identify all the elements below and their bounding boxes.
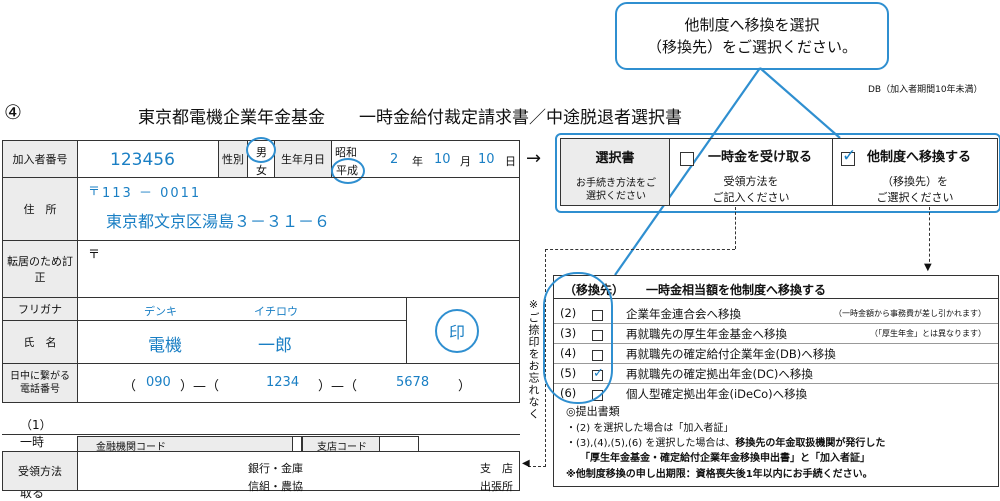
arrow-right: → xyxy=(526,148,542,169)
branch-suffix2: 出張所 xyxy=(480,480,513,493)
receive-method-cell[interactable]: 銀行・金庫 信組・農協 支 店 出張所 xyxy=(77,451,520,493)
seal-cell: 印 xyxy=(406,297,520,364)
transfer-heading: 一時金相当額を他制度へ移換する xyxy=(646,283,827,297)
section1-rule xyxy=(2,434,520,435)
dob-label: 生年月日 xyxy=(274,140,332,178)
vertical-note: ※ご捺印をお忘れなく xyxy=(527,298,540,420)
dashed-line-right xyxy=(929,207,930,267)
page-title: 東京都電機企業年金基金 一時金給付裁定請求書／中途脱退者選択書 xyxy=(138,108,682,128)
dashed-line-left xyxy=(735,207,736,249)
furigana-label: フリガナ xyxy=(2,297,78,321)
transfer-option-row[interactable]: (5)再就職先の確定拠出年金(DC)へ移換 xyxy=(554,364,998,384)
name-cell[interactable]: 電機 一郎 xyxy=(77,320,407,364)
selection-highlight xyxy=(555,133,1000,213)
docs-title: ◎提出書類 xyxy=(566,405,620,418)
doc-line3: 「厚生年金基金・確定給付企業年金移換申出書」と「加入者証」 xyxy=(580,453,870,464)
moved-postal-mark: 〒 xyxy=(88,247,101,261)
month-unit: 月 xyxy=(460,155,471,168)
phone-part2: 1234 xyxy=(266,375,300,390)
doc-line2a: ・(3),(4),(5),(6) を選択した場合は、 xyxy=(566,438,736,449)
dob-day: 10 xyxy=(478,152,495,167)
phone-label: 日中に繋がる電話番号 xyxy=(2,363,78,403)
doc-line2: ・(3),(4),(5),(6) を選択した場合は、移換先の年金取扱機関が発行し… xyxy=(566,434,885,449)
moved-cell[interactable]: 〒 xyxy=(77,240,520,298)
db-note: DB（加入者期間10年未満） xyxy=(868,85,983,95)
phone-open: （ xyxy=(123,379,137,394)
deadline-note: ※他制度移換の申し出期限：資格喪失後1年以内にお手続ください。 xyxy=(566,469,873,480)
name-last: 電機 xyxy=(148,336,182,356)
member-no-cell[interactable]: 123456 xyxy=(77,140,219,178)
address-label: 住 所 xyxy=(2,177,78,241)
bank-type: 銀行・金庫 xyxy=(248,462,303,475)
sex-female: 女 xyxy=(256,164,267,177)
arrow-down-dashed: ▼ xyxy=(924,262,932,273)
dob-year: 2 xyxy=(390,152,399,167)
moved-label: 転居のため訂正 xyxy=(2,240,78,298)
arrow-left-dashed: ◀ xyxy=(522,458,530,469)
transfer-option-row[interactable]: (6) 個人型確定拠出年金(iDeCo)へ移換 xyxy=(554,384,998,403)
year-unit: 年 xyxy=(412,155,423,168)
name-label: 氏 名 xyxy=(2,320,78,364)
phone-cell[interactable]: （ 090 ）—（ 1234 ）—（ 5678 ） xyxy=(77,363,520,403)
postal-code: 113 － 0011 xyxy=(102,186,202,201)
bank-code-header: 金融機関コード xyxy=(77,436,293,453)
transfer-option-label: 再就職先の厚生年金基金へ移換 xyxy=(626,327,787,341)
postal-mark: 〒 xyxy=(88,184,101,198)
doc-line2b: 移換先の年金取扱機関が発行した xyxy=(735,438,886,449)
transfer-option-note: （「厚生年金」とは異なります） xyxy=(870,329,986,338)
branch-suffix: 支 店 xyxy=(480,462,513,475)
transfer-heading-rule xyxy=(554,298,998,299)
furigana-cell[interactable]: デンキ イチロウ xyxy=(77,297,407,321)
address-cell[interactable]: 〒 113 － 0011 東京都文京区湯島３－３１－６ xyxy=(77,177,520,241)
phone-part3: 5678 xyxy=(396,375,430,390)
transfer-box: （移換先） 一時金相当額を他制度へ移換する (2) 企業年金連合会へ移換 （一時金額… xyxy=(553,275,999,487)
member-no-value: 123456 xyxy=(110,150,175,170)
transfer-option-label: 個人型確定拠出年金(iDeCo)へ移換 xyxy=(626,387,808,401)
phone-sep2: ）—（ xyxy=(318,379,358,394)
doc-line1: ・(2) を選択した場合は「加入者証」 xyxy=(566,423,734,434)
branch-code-header: 支店コード xyxy=(302,436,380,453)
bank-code-digits[interactable] xyxy=(292,436,302,452)
seal-circle: 印 xyxy=(435,309,479,353)
day-unit: 日 xyxy=(505,155,516,168)
bank-type2: 信組・農協 xyxy=(248,480,303,493)
transfer-option-row[interactable]: (4) 再就職先の確定給付企業年金(DB)へ移換 xyxy=(554,344,998,364)
branch-code-digits[interactable] xyxy=(379,436,419,452)
phone-part1: 090 xyxy=(146,375,171,390)
phone-sep1: ）—（ xyxy=(180,379,220,394)
transfer-option-label: 再就職先の確定拠出年金(DC)へ移換 xyxy=(626,367,813,381)
name-first: 一郎 xyxy=(258,336,292,356)
phone-close: ） xyxy=(458,379,472,394)
address-value: 東京都文京区湯島３－３１－６ xyxy=(106,212,331,231)
seal-text: 印 xyxy=(448,323,465,342)
transfer-option-label: 再就職先の確定給付企業年金(DB)へ移換 xyxy=(626,347,836,361)
transfer-option-label: 企業年金連合会へ移換 xyxy=(626,307,741,321)
transfer-option-note: （一時金額から事務費が差し引かれます） xyxy=(834,309,986,318)
dob-month: 10 xyxy=(434,152,451,167)
receive-method-label: 受領方法 xyxy=(2,451,78,491)
transfer-option-row[interactable]: (3) 再就職先の厚生年金基金へ移換 （「厚生年金」とは異なります） xyxy=(554,324,998,344)
transfer-option-row[interactable]: (2) 企業年金連合会へ移換 （一時金額から事務費が差し引かれます） xyxy=(554,304,998,324)
kana-last: デンキ xyxy=(144,305,177,318)
member-no-label: 加入者番号 xyxy=(2,140,78,178)
dashed-line-top xyxy=(545,249,735,250)
transfer-tag-highlight xyxy=(543,272,613,404)
kana-first: イチロウ xyxy=(254,305,298,318)
sex-highlight xyxy=(246,137,276,163)
circle-number: ④ xyxy=(4,100,22,124)
sex-label: 性別 xyxy=(218,140,248,178)
dashed-line-bottom xyxy=(528,466,546,467)
